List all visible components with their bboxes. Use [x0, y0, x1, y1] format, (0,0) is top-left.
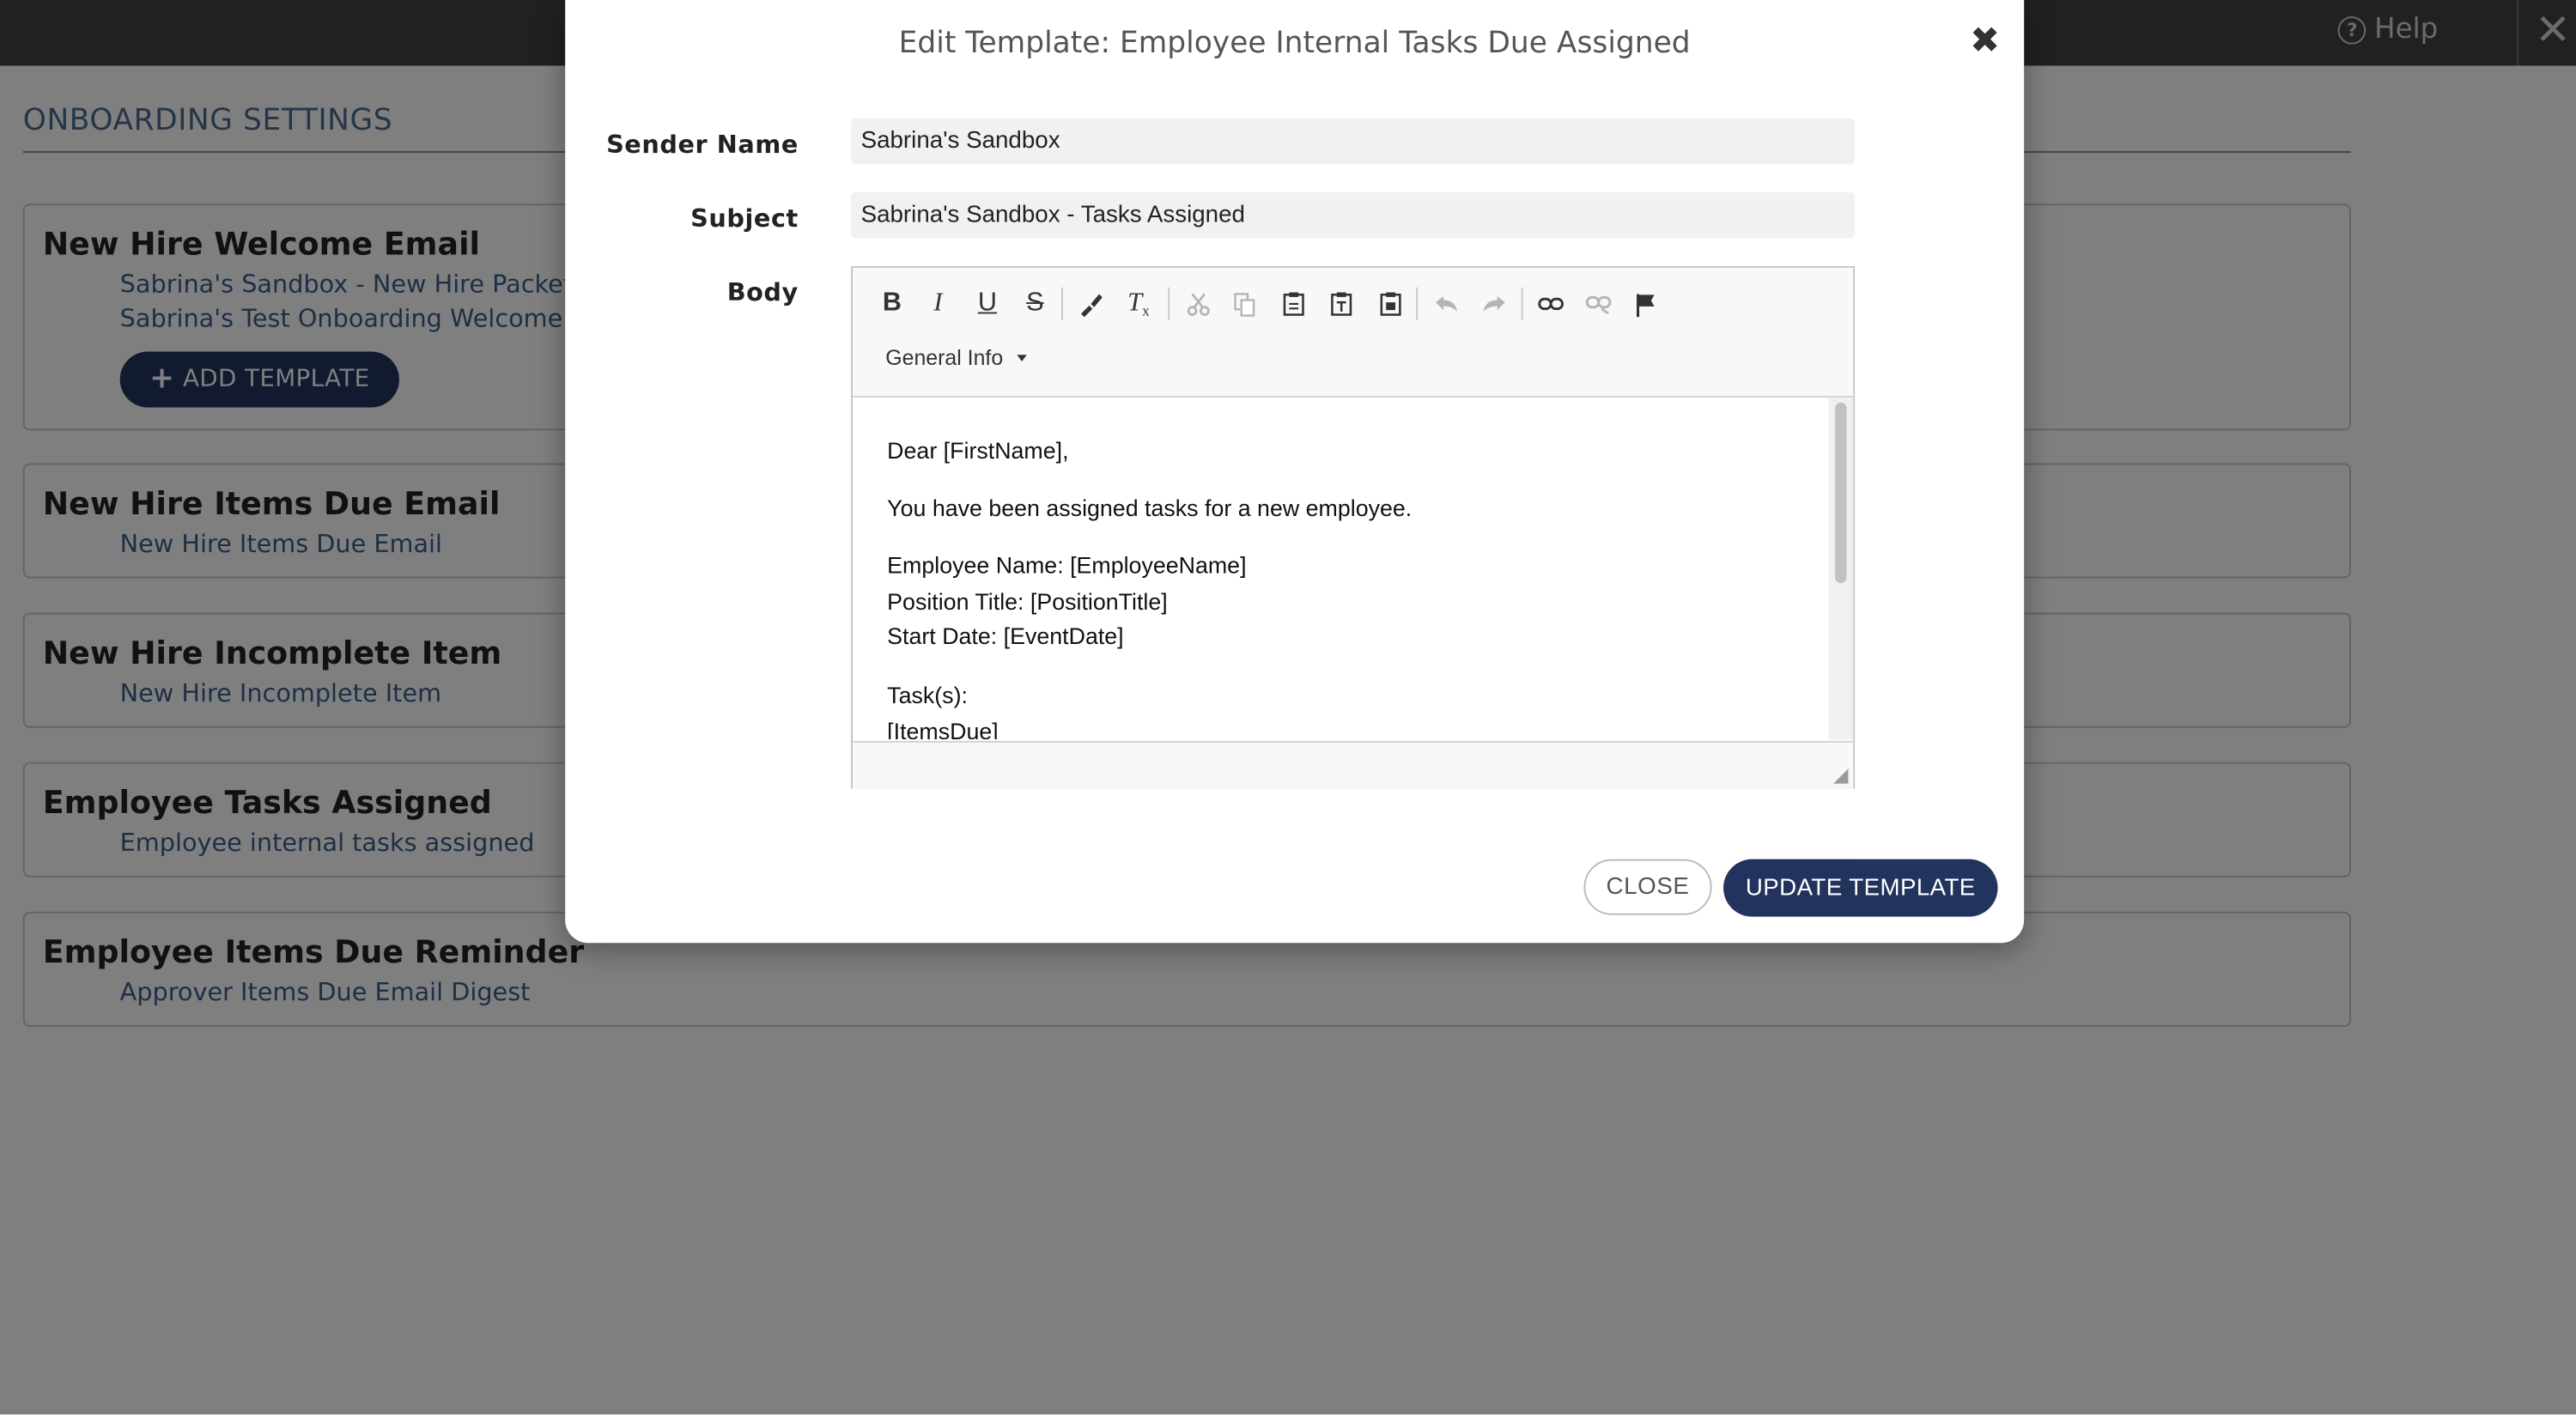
remove-format-icon[interactable]: Tx — [1121, 286, 1157, 322]
rich-text-editor: B I U S Tx General Info Dear [FirstName]… — [851, 265, 1856, 789]
editor-status-bar — [853, 740, 1854, 789]
link-icon[interactable] — [1533, 286, 1569, 322]
unlink-icon[interactable] — [1581, 286, 1617, 322]
body-line: Dear [FirstName], — [887, 436, 1069, 464]
general-info-dropdown[interactable]: General Info — [885, 344, 1026, 370]
cut-icon[interactable] — [1180, 286, 1216, 322]
subject-label: Subject — [690, 203, 799, 234]
body-line: You have been assigned tasks for a new e… — [887, 494, 1413, 521]
editor-toolbar: B I U S Tx General Info — [853, 267, 1854, 398]
bold-icon[interactable]: B — [874, 286, 910, 322]
italic-icon[interactable]: I — [920, 286, 956, 322]
body-line: [ItemsDue] — [887, 718, 999, 739]
toolbar-separator — [1521, 287, 1523, 321]
toolbar-separator — [1416, 287, 1419, 321]
redo-icon[interactable] — [1475, 286, 1511, 322]
subject-field[interactable]: Sabrina's Sandbox - Tasks Assigned — [851, 191, 1856, 239]
close-icon[interactable]: ✖ — [1970, 21, 2000, 63]
body-line: Task(s): — [887, 682, 968, 708]
paste-from-word-icon[interactable] — [1372, 286, 1408, 322]
copy-formatting-icon[interactable] — [1072, 286, 1109, 322]
dialog-title: Edit Template: Employee Internal Tasks D… — [898, 26, 1691, 61]
toolbar-separator — [1168, 287, 1170, 321]
close-button[interactable]: CLOSE — [1583, 859, 1712, 915]
body-line: Employee Name: [EmployeeName] — [887, 551, 1247, 579]
paste-icon[interactable] — [1275, 286, 1311, 322]
general-info-label: General Info — [885, 344, 1004, 370]
sender-name-label: Sender Name — [606, 130, 799, 160]
body-label: Body — [726, 277, 799, 307]
update-template-button[interactable]: UPDATE TEMPLATE — [1723, 859, 1998, 917]
edit-template-dialog: Edit Template: Employee Internal Tasks D… — [565, 0, 2025, 944]
sender-name-field[interactable]: Sabrina's Sandbox — [851, 118, 1856, 165]
toolbar-separator — [1060, 287, 1063, 321]
editor-scrollbar[interactable] — [1828, 398, 1854, 739]
anchor-flag-icon[interactable] — [1628, 286, 1664, 322]
copy-icon[interactable] — [1225, 286, 1261, 322]
body-line: Position Title: [PositionTitle] — [887, 587, 1168, 615]
scrollbar-thumb[interactable] — [1835, 402, 1847, 584]
underline-icon[interactable]: U — [969, 286, 1005, 322]
resize-handle-icon[interactable] — [1833, 768, 1849, 784]
editor-body[interactable]: Dear [FirstName], You have been assigned… — [853, 398, 1829, 739]
paste-text-icon[interactable] — [1322, 286, 1358, 322]
body-line: Start Date: [EventDate] — [887, 622, 1124, 649]
undo-icon[interactable] — [1428, 286, 1464, 322]
chevron-down-icon — [1016, 354, 1026, 361]
strikethrough-icon[interactable]: S — [1017, 286, 1053, 322]
